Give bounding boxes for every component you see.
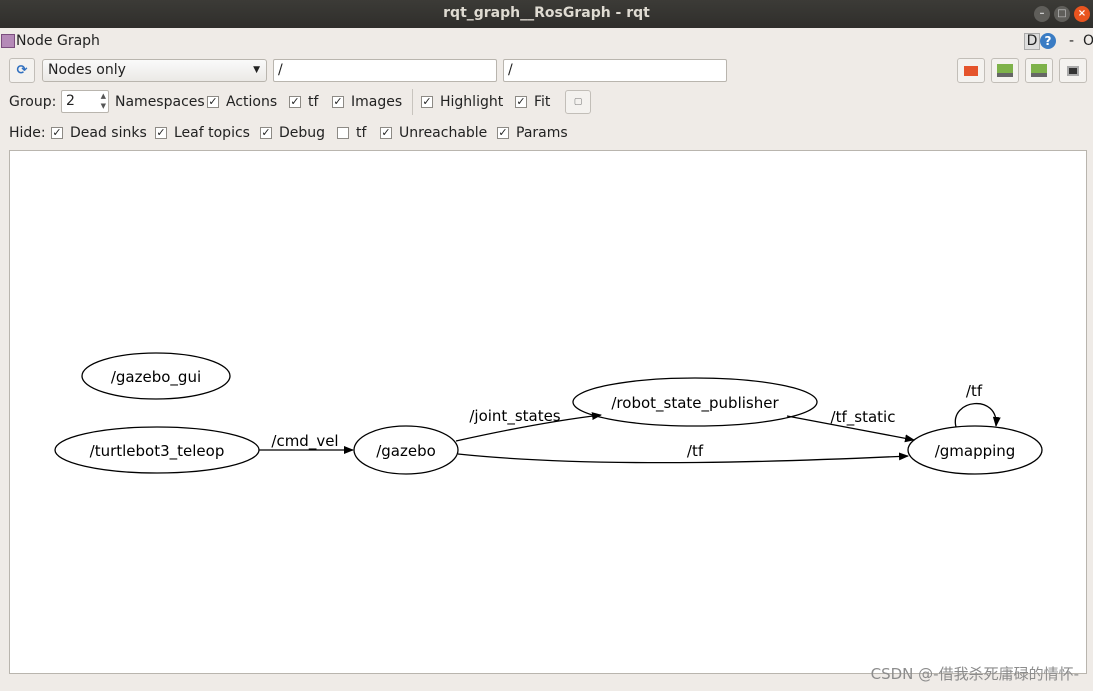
window-title: rqt_graph__RosGraph - rqt: [443, 5, 650, 21]
leaf-topics-checkbox[interactable]: ✓: [155, 127, 167, 139]
node-label: /turtlebot3_teleop: [90, 442, 225, 461]
tf-group-checkbox[interactable]: ✓: [289, 96, 301, 108]
debug-checkbox[interactable]: ✓: [260, 127, 272, 139]
images-checkbox[interactable]: ✓: [332, 96, 344, 108]
node-label: /gazebo: [376, 442, 436, 460]
close-button[interactable]: ×: [1074, 6, 1090, 22]
fit-label: Fit: [534, 94, 551, 110]
group-spinbox[interactable]: 2 ▲ ▼: [61, 90, 109, 113]
maximize-button[interactable]: □: [1054, 6, 1070, 22]
load-dot-button[interactable]: [957, 58, 985, 83]
save-dot-button[interactable]: [991, 58, 1019, 83]
edge-label: /cmd_vel: [271, 432, 338, 451]
open-folder-icon: [964, 66, 978, 76]
plugin-title: Node Graph: [16, 33, 100, 49]
highlight-label: Highlight: [440, 94, 504, 110]
window-title-bar: rqt_graph__RosGraph - rqt – □ ×: [0, 0, 1093, 28]
refresh-button[interactable]: ⟳: [9, 58, 35, 83]
node-label: /gmapping: [935, 442, 1016, 460]
group-value: 2: [66, 93, 75, 109]
graph-canvas[interactable]: /gazebo_gui /turtlebot3_teleop /gazebo /…: [9, 150, 1087, 674]
debug-label: Debug: [279, 125, 326, 141]
node-graph-plugin-icon: [1, 34, 15, 48]
minimize-plugin-button[interactable]: -: [1069, 33, 1074, 49]
fit-screen-icon: [1067, 66, 1079, 76]
edge-label: /tf: [966, 382, 983, 400]
edge-label: /tf: [687, 442, 704, 460]
edge-label: /tf_static: [831, 408, 896, 427]
edge-tf-self[interactable]: [954, 402, 1001, 428]
fit-screen-button[interactable]: [1059, 58, 1087, 83]
group-label: Group:: [9, 94, 57, 110]
save-dot-icon: [997, 64, 1013, 77]
chevron-down-icon: ▼: [253, 65, 260, 75]
minimize-button[interactable]: –: [1034, 6, 1050, 22]
node-filter-input[interactable]: /: [273, 59, 497, 82]
dock-d-button[interactable]: D: [1024, 33, 1040, 50]
hide-label: Hide:: [9, 125, 46, 141]
fit-in-view-button[interactable]: ▢: [565, 90, 591, 114]
params-label: Params: [516, 125, 568, 141]
fit-in-view-icon: ▢: [573, 97, 583, 107]
spin-arrows-icon[interactable]: ▲ ▼: [101, 91, 106, 111]
images-label: Images: [351, 94, 403, 110]
graph-mode-value: Nodes only: [48, 62, 126, 78]
close-plugin-button[interactable]: O: [1083, 33, 1093, 49]
watermark: CSDN @-借我杀死庸碌的情怀-: [870, 665, 1079, 683]
node-label: /gazebo_gui: [111, 368, 201, 387]
edge-label: /joint_states: [469, 407, 560, 426]
actions-checkbox[interactable]: ✓: [207, 96, 219, 108]
leaf-topics-label: Leaf topics: [174, 125, 250, 141]
unreachable-label: Unreachable: [399, 125, 488, 141]
ros-graph: /gazebo_gui /turtlebot3_teleop /gazebo /…: [54, 352, 1043, 475]
save-image-button[interactable]: [1025, 58, 1053, 83]
actions-label: Actions: [226, 94, 278, 110]
dead-sinks-label: Dead sinks: [70, 125, 147, 141]
params-checkbox[interactable]: ✓: [497, 127, 509, 139]
edge-tf[interactable]: [457, 452, 909, 464]
hide-tf-checkbox[interactable]: [337, 127, 349, 139]
highlight-checkbox[interactable]: ✓: [421, 96, 433, 108]
unreachable-checkbox[interactable]: ✓: [380, 127, 392, 139]
namespaces-label: Namespaces: [115, 94, 205, 110]
node-label: /robot_state_publisher: [611, 394, 779, 413]
save-image-icon: [1031, 64, 1047, 77]
graph-mode-select[interactable]: Nodes only ▼: [42, 59, 267, 82]
help-button[interactable]: ?: [1040, 33, 1056, 49]
dead-sinks-checkbox[interactable]: ✓: [51, 127, 63, 139]
refresh-icon: ⟳: [16, 63, 28, 78]
tf-group-label: tf: [308, 94, 319, 110]
toolbar-separator: [412, 89, 413, 115]
hide-tf-label: tf: [356, 125, 367, 141]
topic-filter-input[interactable]: /: [503, 59, 727, 82]
fit-checkbox[interactable]: ✓: [515, 96, 527, 108]
